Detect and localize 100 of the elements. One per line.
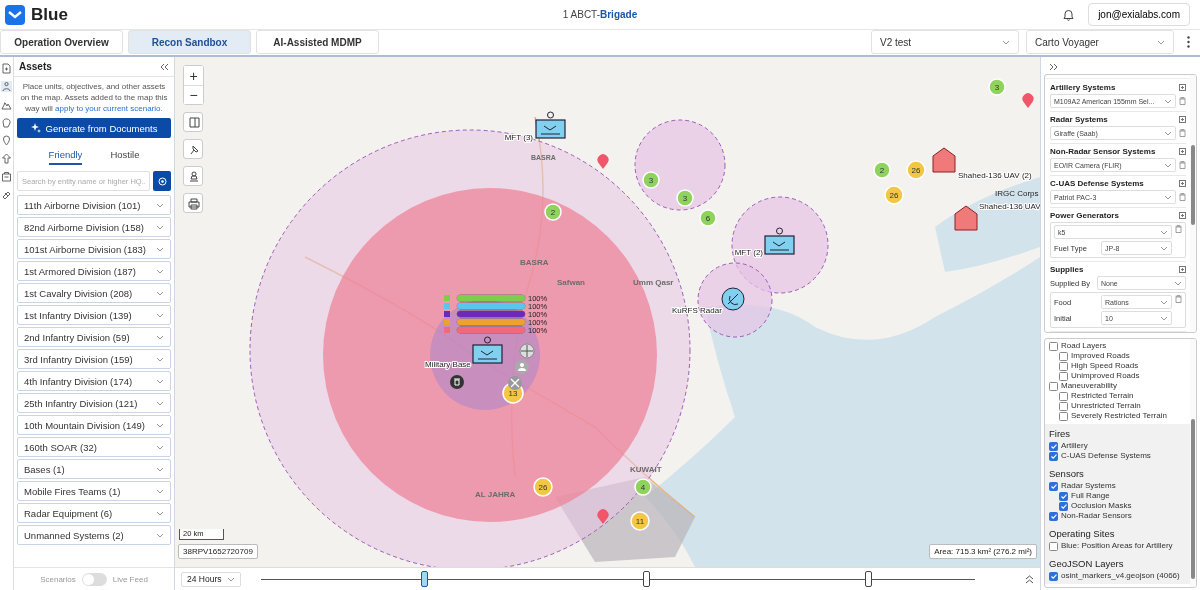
view-tab[interactable]: AI-Assisted MDMP: [256, 30, 379, 54]
cluster-count: 6: [705, 214, 711, 223]
scenario-link[interactable]: apply to your current scenario.: [55, 103, 163, 113]
description-text: Place units, objectives, and other assets on the map. Assets added to the map this way will apply to your current scenario.: [19, 81, 169, 115]
time-range-dropdown[interactable]: 24 Hours: [181, 571, 241, 587]
cluster-marker[interactable]: [906, 160, 926, 180]
checkbox[interactable]: [1049, 381, 1058, 391]
unit-group-dropdown[interactable]: 1st Cavalry Division (208): [17, 283, 171, 304]
cluster-marker[interactable]: [642, 171, 660, 189]
more-options-icon[interactable]: [1187, 36, 1190, 48]
terrain-icon[interactable]: [1, 99, 12, 110]
map-tool-button[interactable]: [183, 139, 203, 159]
person-icon[interactable]: [1, 81, 12, 92]
layer-label: Radar Systems: [1061, 481, 1116, 491]
radar-icon[interactable]: [721, 287, 745, 311]
locate-button[interactable]: [153, 171, 171, 192]
collapse-icon[interactable]: [160, 62, 169, 71]
zoom-out-button[interactable]: −: [184, 85, 203, 104]
cluster-marker[interactable]: [630, 511, 650, 531]
cluster-marker[interactable]: [884, 185, 904, 205]
filter-tab[interactable]: Hostile: [110, 149, 140, 166]
checkbox[interactable]: [1059, 371, 1068, 381]
mode-toggle[interactable]: [81, 572, 107, 586]
checkbox[interactable]: [1059, 411, 1068, 421]
view-tab[interactable]: Recon Sandbox: [128, 30, 251, 54]
timeline-handle[interactable]: [865, 571, 872, 587]
unit-group-dropdown[interactable]: Mobile Fires Teams (1): [17, 481, 171, 502]
unit-group-dropdown[interactable]: Bases (1): [17, 459, 171, 480]
user-account-button[interactable]: jon@exialabs.com: [1088, 3, 1190, 26]
scrollbar[interactable]: [1190, 339, 1196, 587]
scenarios-label: Scenarios: [40, 574, 76, 584]
checkbox[interactable]: [1049, 441, 1058, 451]
scrollbar[interactable]: [1190, 75, 1196, 332]
unit-symbol-icon[interactable]: [535, 111, 566, 139]
cluster-marker[interactable]: [873, 161, 891, 179]
unit-group-dropdown[interactable]: 101st Airborne Division (183): [17, 239, 171, 260]
unit-group-dropdown[interactable]: 10th Mountain Division (149): [17, 415, 171, 436]
unit-symbol-icon[interactable]: [764, 227, 795, 255]
add-icon[interactable]: [1179, 212, 1186, 219]
upload-arrow-icon[interactable]: [1, 153, 12, 164]
cluster-marker[interactable]: [533, 477, 553, 497]
person-icon[interactable]: [515, 360, 529, 374]
checkbox[interactable]: [1049, 451, 1058, 461]
chevron-down-icon: [156, 334, 164, 340]
expand-up-icon[interactable]: [1025, 574, 1034, 584]
unit-group-dropdown[interactable]: 2nd Infantry Division (59): [17, 327, 171, 348]
crossed-tools-icon[interactable]: [508, 376, 522, 390]
checkbox[interactable]: [1049, 571, 1058, 581]
cluster-marker[interactable]: [544, 203, 562, 221]
unit-group-dropdown[interactable]: 4th Infantry Division (174): [17, 371, 171, 392]
add-icon[interactable]: [1179, 180, 1186, 187]
checkbox[interactable]: [1059, 501, 1068, 511]
checkbox[interactable]: [1049, 511, 1058, 521]
cluster-marker[interactable]: [634, 478, 652, 496]
unit-group-dropdown[interactable]: 25th Infantry Division (121): [17, 393, 171, 414]
unit-group-dropdown[interactable]: Radar Equipment (6): [17, 503, 171, 524]
add-icon[interactable]: [1179, 116, 1186, 123]
map-tool-button[interactable]: [183, 166, 203, 186]
dropdown-select[interactable]: V2 test: [871, 30, 1019, 54]
add-icon[interactable]: [1179, 84, 1186, 91]
trash-icon[interactable]: [450, 375, 464, 389]
unit-symbol-icon[interactable]: [472, 336, 503, 364]
checkbox[interactable]: [1059, 351, 1068, 361]
dropdown-select[interactable]: Carto Voyager: [1026, 30, 1174, 54]
cluster-marker[interactable]: [988, 78, 1006, 96]
link-icon[interactable]: [1, 189, 12, 200]
view-tab[interactable]: Operation Overview: [0, 30, 123, 54]
checkbox[interactable]: [1059, 401, 1068, 411]
cluster-marker[interactable]: [699, 209, 717, 227]
add-icon[interactable]: [1179, 266, 1186, 273]
timeline-handle[interactable]: [421, 571, 428, 587]
map-tool-button[interactable]: [183, 193, 203, 213]
unit-group-dropdown[interactable]: 3rd Infantry Division (159): [17, 349, 171, 370]
location-pin-icon[interactable]: [1, 135, 12, 146]
unit-group-dropdown[interactable]: 82nd Airborne Division (158): [17, 217, 171, 238]
checkbox[interactable]: [1059, 361, 1068, 371]
unit-group-dropdown[interactable]: 11th Airborne Division (101): [17, 195, 171, 216]
unit-group-dropdown[interactable]: 1st Armored Division (187): [17, 261, 171, 282]
chevron-down-icon: [156, 444, 164, 450]
checkbox[interactable]: [1049, 541, 1058, 551]
add-icon[interactable]: [1179, 148, 1186, 155]
unit-group-dropdown[interactable]: Unmanned Systems (2): [17, 525, 171, 546]
compass-icon[interactable]: [519, 343, 535, 359]
unit-group-dropdown[interactable]: 1st Infantry Division (139): [17, 305, 171, 326]
expand-icon[interactable]: [1049, 63, 1058, 71]
chevron-down-icon: [1160, 299, 1168, 305]
place-label: AL JAHRA: [475, 490, 516, 499]
chevron-down-icon: [156, 224, 164, 230]
checkbox[interactable]: [1059, 391, 1068, 401]
document-icon[interactable]: [1, 63, 12, 74]
generate-button[interactable]: Generate from Documents: [17, 118, 171, 139]
timeline-handle[interactable]: [643, 571, 650, 587]
chevron-down-icon: [1164, 98, 1172, 104]
unit-group-dropdown[interactable]: 160th SOAR (32): [17, 437, 171, 458]
checkbox[interactable]: [1049, 341, 1058, 351]
filter-tab[interactable]: Friendly: [48, 149, 83, 166]
checkbox[interactable]: [1049, 481, 1058, 491]
cluster-marker[interactable]: [676, 189, 694, 207]
checkbox[interactable]: [1059, 491, 1068, 501]
notification-bell-icon[interactable]: [1063, 8, 1075, 21]
